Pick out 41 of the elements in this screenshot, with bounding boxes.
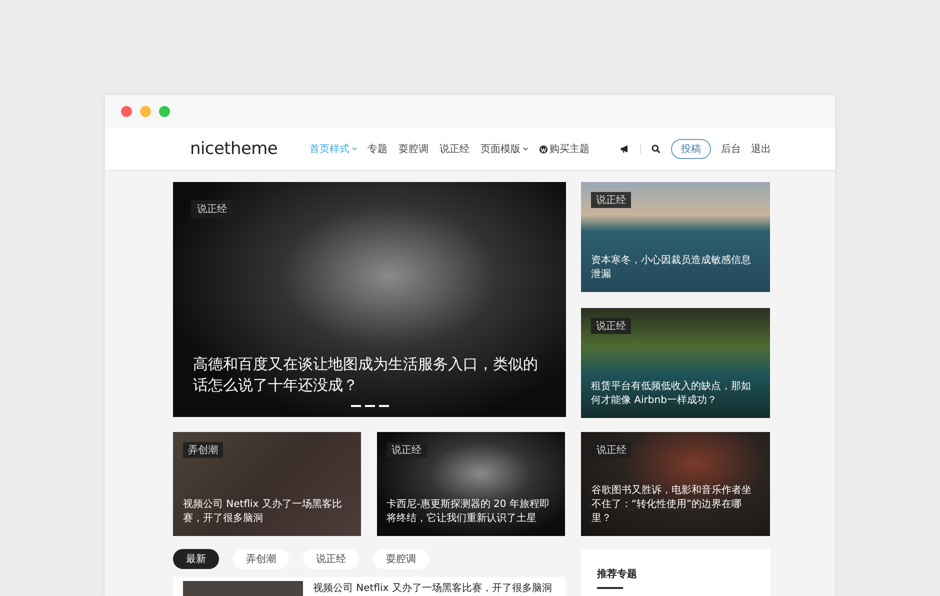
minimize-dot-icon[interactable] xyxy=(140,106,151,117)
post-title[interactable]: 视频公司 Netflix 又办了一场黑客比赛，开了很多脑洞 xyxy=(183,498,351,526)
wordpress-logo-icon xyxy=(538,144,548,154)
post-card[interactable]: 说正经 资本寒冬，小心因裁员造成敏感信息泄漏 xyxy=(581,182,770,292)
category-tag[interactable]: 说正经 xyxy=(591,442,632,458)
post-title[interactable]: 资本寒冬，小心因裁员造成敏感信息泄漏 xyxy=(591,254,760,282)
post-card[interactable]: 弄创潮 视频公司 Netflix 又办了一场黑客比赛，开了很多脑洞 xyxy=(173,432,361,536)
category-tag[interactable]: 弄创潮 xyxy=(183,442,223,458)
header-link[interactable]: 退出 xyxy=(751,142,771,156)
megaphone-icon[interactable] xyxy=(620,144,630,154)
nav-link[interactable]: 购买主题 xyxy=(538,142,590,156)
post-card[interactable]: 说正经 卡西尼-惠更斯探测器的 20 年旅程即将终结，它让我们重新认识了土星 xyxy=(376,432,566,536)
post-title[interactable]: 视频公司 Netflix 又办了一场黑客比赛，开了很多脑洞 xyxy=(313,581,552,595)
caret-icon xyxy=(352,147,357,151)
post-title[interactable]: 卡西尼-惠更斯探测器的 20 年旅程即将终结，它让我们重新认识了土星 xyxy=(386,498,556,526)
header-link[interactable]: 后台 xyxy=(721,142,741,156)
sidebar-title: 推荐专题 xyxy=(597,568,638,581)
search-icon[interactable] xyxy=(651,144,661,154)
post-title[interactable]: 租赁平台有低频低收入的缺点，那如何才能像 Airbnb一样成功？ xyxy=(591,380,760,408)
filter-tab[interactable]: 说正经 xyxy=(303,549,359,569)
post-title[interactable]: 谷歌图书又胜诉，电影和音乐作者坐不住了：“转化性使用”的边界在哪里？ xyxy=(591,484,760,526)
nav-link[interactable]: 专题 xyxy=(368,142,388,156)
maximize-dot-icon[interactable] xyxy=(159,106,170,117)
category-tag[interactable]: 说正经 xyxy=(386,442,427,458)
close-dot-icon[interactable] xyxy=(121,106,132,117)
filter-tab[interactable]: 弄创潮 xyxy=(233,549,289,569)
post-title[interactable]: 高德和百度又在谈让地图成为生活服务入口，类似的话怎么说了十年还没成？ xyxy=(193,354,546,397)
filter-tab[interactable]: 最新 xyxy=(173,549,219,569)
submit-button[interactable]: 投稿 xyxy=(671,139,711,159)
category-tag[interactable]: 说正经 xyxy=(191,200,233,218)
category-tag[interactable]: 说正经 xyxy=(591,192,631,208)
post-card[interactable]: 说正经 租赁平台有低频低收入的缺点，那如何才能像 Airbnb一样成功？ xyxy=(581,308,770,418)
post-card[interactable]: 说正经 谷歌图书又胜诉，电影和音乐作者坐不住了：“转化性使用”的边界在哪里？ xyxy=(581,432,770,536)
featured-post-card[interactable]: 说正经 高德和百度又在谈让地图成为生活服务入口，类似的话怎么说了十年还没成？ xyxy=(173,182,566,417)
caret-icon xyxy=(522,147,528,151)
nav-link[interactable]: 耍腔调 xyxy=(398,142,429,156)
site-logo[interactable]: nicetheme xyxy=(190,139,278,159)
category-tag[interactable]: 说正经 xyxy=(591,318,631,334)
filter-tab[interactable]: 耍腔调 xyxy=(373,549,429,569)
nav-link[interactable]: 说正经 xyxy=(440,142,470,156)
nav-link[interactable]: 页面模版 xyxy=(480,142,528,156)
